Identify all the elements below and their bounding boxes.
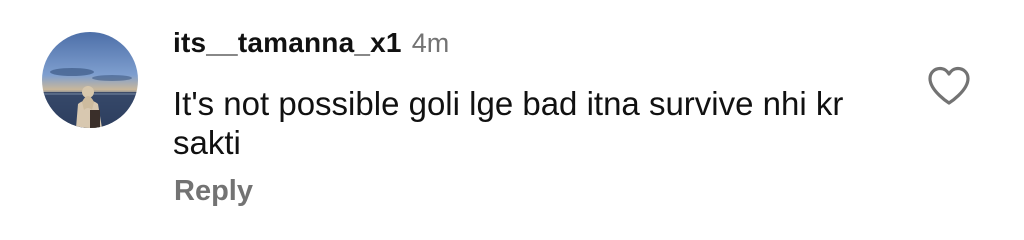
comment-header: its__tamanna_x1 4m (173, 27, 449, 63)
avatar-photo (42, 32, 138, 128)
username-link[interactable]: its__tamanna_x1 (173, 27, 402, 59)
comment-timestamp: 4m (411, 28, 450, 58)
comment-text: It's not possible goli lge bad itna surv… (173, 85, 844, 161)
reply-button[interactable]: Reply (174, 175, 253, 208)
heart-icon (928, 66, 970, 105)
like-button[interactable] (926, 65, 972, 107)
avatar[interactable] (42, 32, 138, 128)
comment-item: its__tamanna_x1 4m It's not possible gol… (0, 0, 1024, 240)
